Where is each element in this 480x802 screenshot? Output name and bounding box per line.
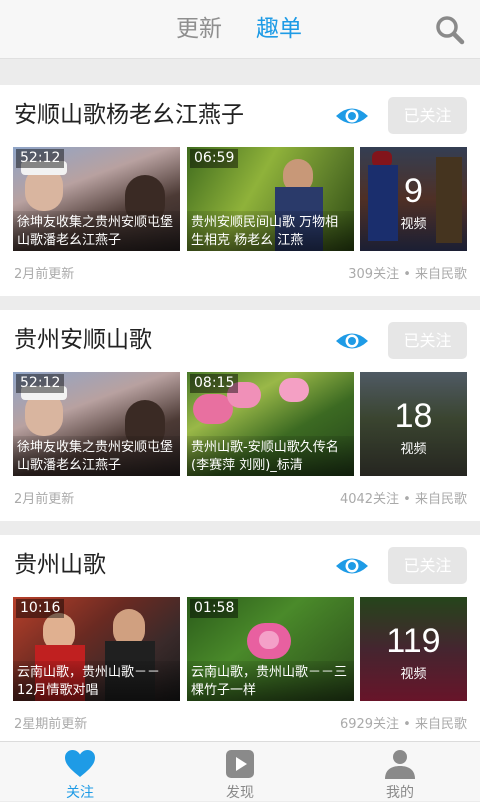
nav-label: 发现 <box>226 785 254 801</box>
playlist-card[interactable]: 贵州山歌 已关注 10:16 云南山歌，贵州山歌－－12月情歌对唱 01:58 … <box>0 535 480 741</box>
playlist-title[interactable]: 贵州安顺山歌 <box>14 324 152 356</box>
tab-qudan[interactable]: 趣单 <box>256 14 302 44</box>
play-icon <box>226 750 254 778</box>
video-thumbnail[interactable]: 52:12 徐坤友收集之贵州安顺屯堡山歌潘老幺江燕子 <box>13 372 180 476</box>
video-count-unit: 视频 <box>400 217 427 232</box>
video-count-tile[interactable]: 119 视频 <box>360 597 467 701</box>
playlist-title[interactable]: 贵州山歌 <box>14 549 106 581</box>
nav-label: 我的 <box>386 785 414 801</box>
video-thumbnail[interactable]: 01:58 云南山歌，贵州山歌－－三棵竹子一样 <box>187 597 354 701</box>
video-count: 9 <box>404 172 423 210</box>
heart-icon <box>65 750 95 777</box>
nav-discover[interactable]: 发现 <box>180 742 300 801</box>
follow-stats: 309关注 • 来自民歌 <box>348 267 467 282</box>
video-thumbnail[interactable]: 08:15 贵州山歌-安顺山歌久传名(李赛萍 刘刚)_标清 <box>187 372 354 476</box>
eye-icon <box>336 333 368 349</box>
followed-button[interactable]: 已关注 <box>388 97 467 134</box>
update-time: 2月前更新 <box>14 267 75 282</box>
video-duration: 10:16 <box>16 599 65 618</box>
video-title: 贵州山歌-安顺山歌久传名(李赛萍 刘刚)_标清 <box>187 436 354 476</box>
video-title: 云南山歌，贵州山歌－－三棵竹子一样 <box>187 661 354 701</box>
video-title: 徐坤友收集之贵州安顺屯堡山歌潘老幺江燕子 <box>13 436 180 476</box>
follow-stats: 4042关注 • 来自民歌 <box>339 492 467 507</box>
follow-stats: 6929关注 • 来自民歌 <box>339 717 467 732</box>
video-thumbnail[interactable]: 10:16 云南山歌，贵州山歌－－12月情歌对唱 <box>13 597 180 701</box>
followed-button[interactable]: 已关注 <box>388 547 467 584</box>
video-thumbnail[interactable]: 06:59 贵州安顺民间山歌 万物相生相克 杨老幺 江燕 <box>187 147 354 251</box>
video-count-tile[interactable]: 9 视频 <box>360 147 467 251</box>
video-duration: 08:15 <box>190 374 239 393</box>
video-count-unit: 视频 <box>400 667 427 682</box>
playlist-card[interactable]: 安顺山歌杨老幺江燕子 已关注 52:12 徐坤友收集之贵州安顺屯堡山歌潘老幺江燕… <box>0 85 480 296</box>
search-icon[interactable] <box>434 14 466 46</box>
video-thumbnail[interactable]: 52:12 徐坤友收集之贵州安顺屯堡山歌潘老幺江燕子 <box>13 147 180 251</box>
video-count-unit: 视频 <box>400 442 427 457</box>
video-duration: 06:59 <box>190 149 239 168</box>
top-bar: 更新 趣单 <box>0 0 480 59</box>
video-duration: 52:12 <box>16 149 65 168</box>
update-time: 2星期前更新 <box>14 717 88 732</box>
followed-button[interactable]: 已关注 <box>388 322 467 359</box>
playlist-title[interactable]: 安顺山歌杨老幺江燕子 <box>14 99 244 131</box>
eye-icon <box>336 108 368 124</box>
nav-mine[interactable]: 我的 <box>340 742 460 801</box>
nav-follow[interactable]: 关注 <box>20 742 140 801</box>
user-icon <box>385 750 415 779</box>
tab-update[interactable]: 更新 <box>176 14 222 44</box>
video-count: 18 <box>394 397 433 435</box>
video-duration: 52:12 <box>16 374 65 393</box>
bottom-navigation: 关注 发现 我的 <box>0 741 480 801</box>
video-duration: 01:58 <box>190 599 239 618</box>
video-title: 徐坤友收集之贵州安顺屯堡山歌潘老幺江燕子 <box>13 211 180 251</box>
video-title: 云南山歌，贵州山歌－－12月情歌对唱 <box>13 661 180 701</box>
video-count-tile[interactable]: 18 视频 <box>360 372 467 476</box>
video-title: 贵州安顺民间山歌 万物相生相克 杨老幺 江燕 <box>187 211 354 251</box>
nav-label: 关注 <box>66 785 94 801</box>
playlist-card[interactable]: 贵州安顺山歌 已关注 52:12 徐坤友收集之贵州安顺屯堡山歌潘老幺江燕子 08… <box>0 310 480 521</box>
eye-icon <box>336 558 368 574</box>
video-count: 119 <box>386 622 441 660</box>
update-time: 2月前更新 <box>14 492 75 507</box>
